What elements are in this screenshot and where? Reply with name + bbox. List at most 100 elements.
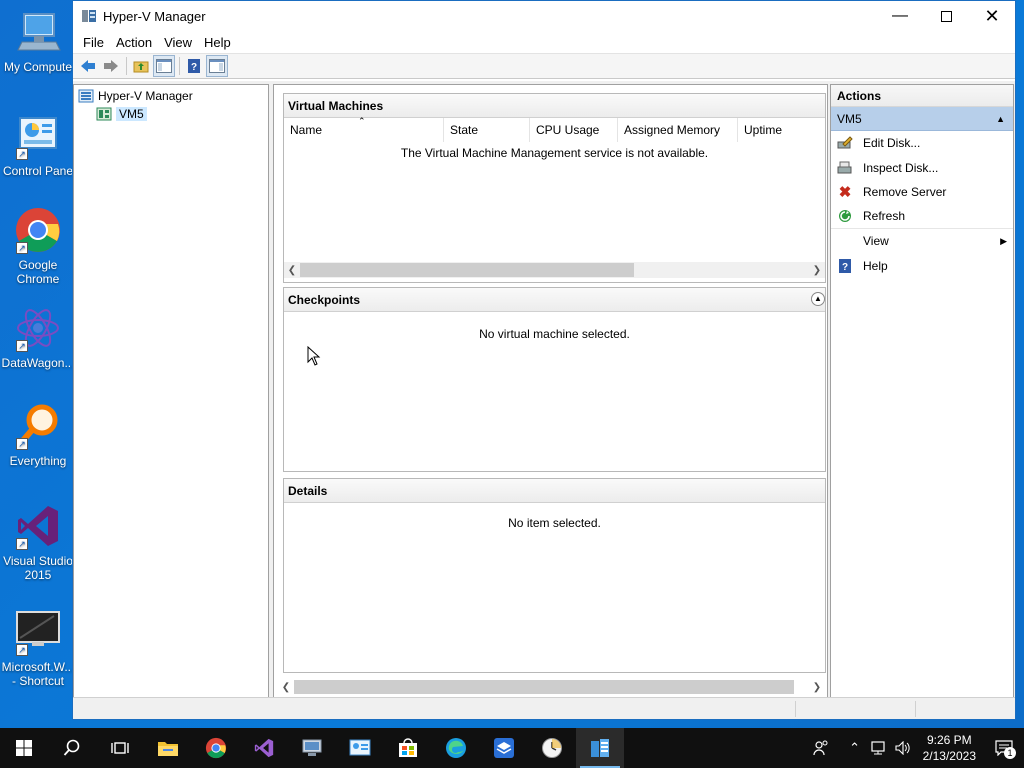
menu-file[interactable]: File [77, 35, 110, 50]
column-header-state[interactable]: State [444, 117, 530, 142]
back-arrow-icon [81, 60, 95, 72]
desktop-icon-google-chrome[interactable]: ↗ Google Chrome [0, 206, 76, 286]
tree-item-vm5[interactable]: VM5 [74, 105, 268, 123]
maximize-button[interactable] [923, 1, 969, 31]
taskbar-clock-app[interactable] [528, 728, 576, 768]
visual-studio-icon [254, 738, 274, 758]
section-title: Details [288, 483, 328, 498]
taskbar-chrome[interactable] [192, 728, 240, 768]
scroll-left-icon[interactable]: ❮ [278, 679, 294, 695]
show-hide-action-pane-button[interactable] [206, 55, 228, 77]
search-button[interactable] [48, 728, 96, 768]
chevron-up-icon[interactable]: ⌃ [843, 728, 867, 768]
hyperv-manager-icon [591, 739, 609, 757]
chrome-icon: ↗ [14, 206, 62, 254]
task-view-icon [111, 742, 129, 754]
scroll-right-icon[interactable]: ❯ [809, 262, 825, 278]
forward-button[interactable] [100, 55, 122, 77]
clock-date: 2/13/2023 [922, 749, 976, 763]
section-title: Checkpoints [288, 292, 361, 307]
scroll-track[interactable] [300, 263, 809, 277]
column-header-uptime[interactable]: Uptime [738, 118, 824, 142]
submenu-arrow-icon: ▶ [1000, 235, 1007, 246]
taskbar-file-explorer[interactable] [144, 728, 192, 768]
mouse-cursor-icon [307, 345, 321, 369]
remove-icon: ✖ [838, 184, 852, 202]
volume-icon[interactable] [891, 728, 915, 768]
actions-group-vm5[interactable]: VM5 ▲ [831, 107, 1013, 131]
desktop-icon-label: My Compute [3, 60, 73, 74]
action-pane-icon [209, 59, 225, 73]
action-refresh[interactable]: Refresh [831, 205, 1013, 229]
desktop-icon-microsoft-w-shortcut[interactable]: ↗ Microsoft.W... - Shortcut [0, 608, 76, 688]
tree-label: Hyper-V Manager [98, 89, 193, 103]
taskbar: ⌃ 9:26 PM 2/13/2023 1 [0, 728, 1024, 768]
inspect-disk-icon [837, 160, 853, 176]
menu-view[interactable]: View [158, 35, 198, 50]
desktop-icon-control-panel[interactable]: ↗ Control Pane [0, 112, 76, 178]
task-view-button[interactable] [96, 728, 144, 768]
taskbar-remote-desktop[interactable] [288, 728, 336, 768]
collapse-icon[interactable]: ▲ [811, 292, 825, 306]
action-view[interactable]: View ▶ [831, 229, 1013, 254]
menu-action[interactable]: Action [110, 35, 158, 50]
desktop-icon-everything[interactable]: ↗ Everything [0, 402, 76, 468]
edit-disk-icon [837, 135, 853, 151]
back-button[interactable] [77, 55, 99, 77]
taskbar-virtualbox[interactable] [480, 728, 528, 768]
desktop-icon-label: Control Pane [2, 164, 74, 178]
desktop-icon-datawagon[interactable]: ↗ DataWagon... [0, 304, 76, 370]
forward-arrow-icon [104, 60, 118, 72]
scroll-track[interactable] [294, 680, 809, 694]
chrome-icon [205, 737, 227, 759]
desktop-icon-my-computer[interactable]: My Compute [0, 8, 76, 74]
title-bar[interactable]: Hyper-V Manager — ✕ [73, 1, 1015, 31]
checkpoints-message: No virtual machine selected. [479, 327, 630, 341]
close-button[interactable]: ✕ [969, 1, 1015, 31]
action-edit-disk[interactable]: Edit Disk... [831, 131, 1013, 156]
taskbar-control-panel[interactable] [336, 728, 384, 768]
menu-help[interactable]: Help [198, 35, 237, 50]
shortcut-arrow-icon: ↗ [16, 644, 28, 656]
start-button[interactable] [0, 728, 48, 768]
clock[interactable]: 9:26 PM 2/13/2023 [915, 732, 984, 764]
menu-bar: File Action View Help [73, 31, 1015, 53]
column-header-assigned-memory[interactable]: Assigned Memory [618, 117, 738, 142]
shortcut-arrow-icon: ↗ [16, 538, 28, 550]
taskbar-microsoft-store[interactable] [384, 728, 432, 768]
computer-management-icon [302, 739, 322, 756]
network-icon[interactable] [867, 728, 891, 768]
tree-item-hyperv-manager[interactable]: Hyper-V Manager [74, 87, 268, 105]
action-remove-server[interactable]: ✖ Remove Server [831, 180, 1013, 205]
column-header-name[interactable]: Name ⌃ [284, 116, 444, 142]
action-help[interactable]: ? Help [831, 254, 1013, 279]
scroll-right-icon[interactable]: ❯ [809, 679, 825, 695]
console-tree: Hyper-V Manager VM5 [73, 84, 269, 698]
action-center-button[interactable]: 1 [984, 728, 1024, 768]
results-horizontal-scrollbar[interactable]: ❮ ❯ [278, 679, 825, 695]
status-divider [915, 701, 916, 717]
shortcut-arrow-icon: ↗ [16, 242, 28, 254]
action-inspect-disk[interactable]: Inspect Disk... [831, 156, 1013, 181]
magnifier-icon: ↗ [14, 402, 62, 450]
show-hide-console-tree-button[interactable] [153, 55, 175, 77]
toolbar-separator [179, 57, 180, 75]
scroll-thumb[interactable] [294, 680, 794, 694]
scroll-thumb[interactable] [300, 263, 634, 277]
console-tree-icon [156, 59, 172, 73]
help-toolbar-button[interactable]: ? [183, 55, 205, 77]
minimize-button[interactable]: — [877, 1, 923, 31]
people-icon[interactable] [809, 728, 833, 768]
taskbar-edge[interactable] [432, 728, 480, 768]
desktop-icon-visual-studio-2015[interactable]: ↗ Visual Studio 2015 [0, 502, 76, 582]
vm-horizontal-scrollbar[interactable]: ❮ ❯ [284, 262, 825, 278]
column-header-cpu-usage[interactable]: CPU Usage [530, 117, 618, 142]
scroll-left-icon[interactable]: ❮ [284, 262, 300, 278]
hyperv-manager-icon [78, 89, 94, 103]
toolbar-separator [126, 57, 127, 75]
taskbar-hyperv-manager[interactable] [576, 728, 624, 768]
control-panel-icon: ↗ [14, 112, 62, 160]
up-one-level-button[interactable] [130, 55, 152, 77]
taskbar-visual-studio[interactable] [240, 728, 288, 768]
desktop-icon-label: Google Chrome [16, 258, 60, 286]
